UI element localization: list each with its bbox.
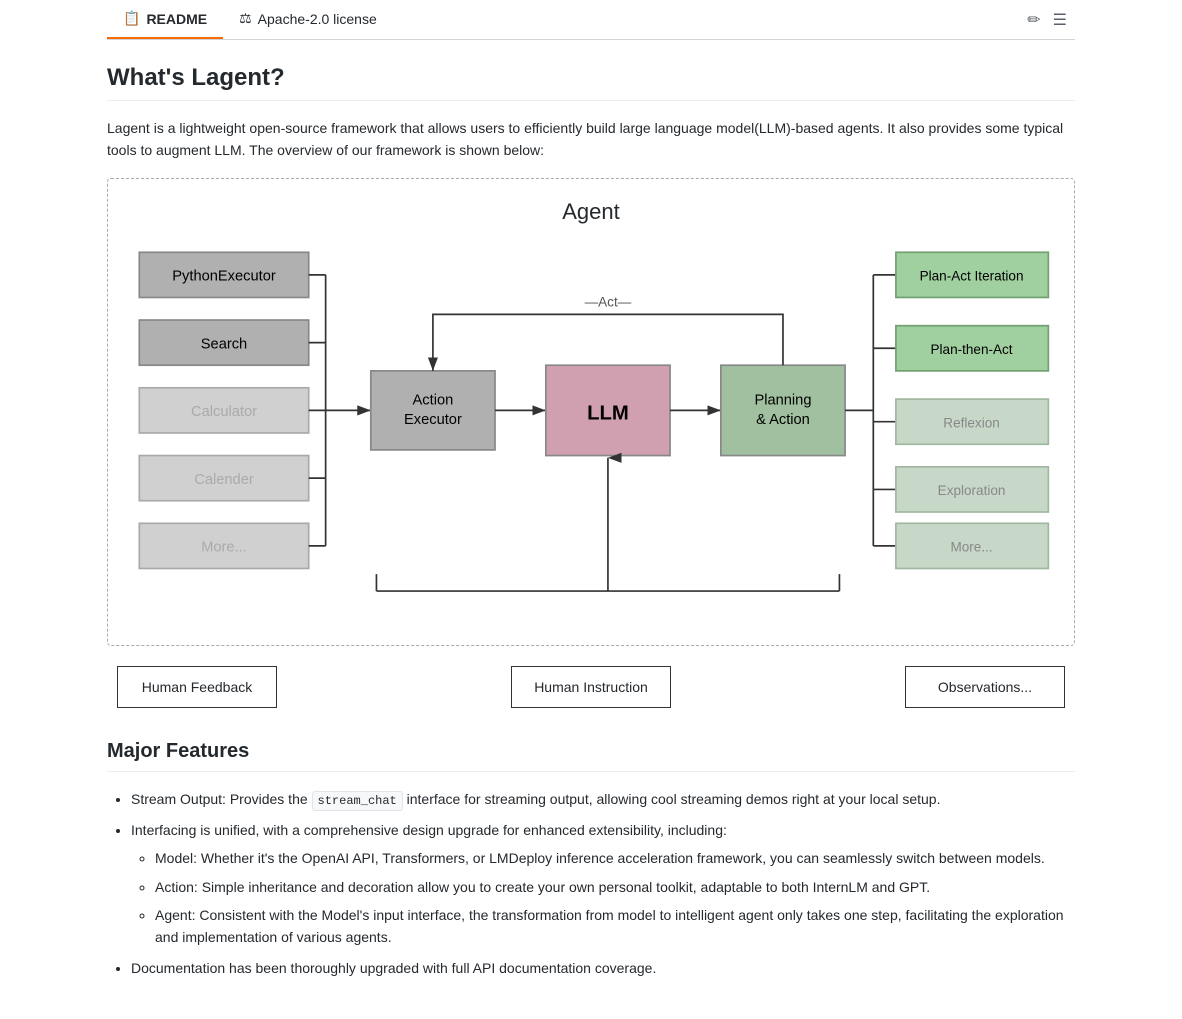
bottom-boxes: Human Feedback Human Instruction Observa… (107, 666, 1075, 708)
diagram-svg: PythonExecutor Search Calculator Calende… (128, 241, 1054, 625)
tab-license[interactable]: ⚖ Apache-2.0 license (223, 0, 393, 39)
action-executor-label2: Executor (404, 412, 462, 428)
reflexion-label: Reflexion (943, 415, 999, 430)
act-label: —Act— (585, 294, 632, 309)
list-button[interactable]: ☰ (1053, 10, 1067, 30)
plan-then-act-label: Plan-then-Act (931, 342, 1013, 357)
act-arc (433, 314, 783, 370)
action-executor-label1: Action (413, 393, 454, 409)
tab-bar: 📋 README ⚖ Apache-2.0 license ✏ ☰ (107, 0, 1075, 40)
feature-documentation: Documentation has been thoroughly upgrad… (131, 957, 1075, 979)
features-section: Major Features Stream Output: Provides t… (107, 740, 1075, 980)
human-instruction-label: Human Instruction (534, 679, 648, 695)
license-icon: ⚖ (239, 10, 252, 27)
subitem-action-text: Action: Simple inheritance and decoratio… (155, 879, 930, 895)
feature-documentation-text: Documentation has been thoroughly upgrad… (131, 960, 656, 976)
tab-readme[interactable]: 📋 README (107, 0, 223, 39)
main-content: What's Lagent? Lagent is a lightweight o… (107, 40, 1075, 1019)
readme-icon: 📋 (123, 10, 140, 27)
subitem-model-text: Model: Whether it's the OpenAI API, Tran… (155, 850, 1045, 866)
llm-label: LLM (587, 402, 629, 424)
feature-interfacing-text: Interfacing is unified, with a comprehen… (131, 822, 727, 838)
calender-label: Calender (194, 472, 254, 488)
exploration-label: Exploration (938, 483, 1006, 498)
human-feedback-label: Human Feedback (142, 679, 253, 695)
human-feedback-box: Human Feedback (117, 666, 277, 708)
observations-box: Observations... (905, 666, 1065, 708)
action-executor-box (371, 371, 495, 450)
human-instruction-box: Human Instruction (511, 666, 671, 708)
tab-license-label: Apache-2.0 license (258, 11, 377, 27)
features-list: Stream Output: Provides the stream_chat … (107, 788, 1075, 980)
python-executor-label: PythonExecutor (172, 268, 276, 284)
intro-paragraph: Lagent is a lightweight open-source fram… (107, 117, 1075, 162)
feature-stream-suffix: interface for streaming output, allowing… (403, 791, 941, 807)
features-title: Major Features (107, 740, 1075, 772)
tab-list: 📋 README ⚖ Apache-2.0 license (107, 0, 393, 39)
diagram-title: Agent (128, 199, 1054, 225)
subitem-agent-text: Agent: Consistent with the Model's input… (155, 907, 1064, 945)
plan-act-iteration-label: Plan-Act Iteration (920, 268, 1024, 283)
search-label: Search (201, 336, 247, 352)
subitem-action: Action: Simple inheritance and decoratio… (155, 876, 1075, 898)
feature-interfacing: Interfacing is unified, with a comprehen… (131, 819, 1075, 949)
planning-box (721, 365, 845, 455)
calculator-label: Calculator (191, 404, 257, 420)
stream-chat-code: stream_chat (312, 791, 403, 811)
feature-stream-prefix: Stream Output: Provides the (131, 791, 312, 807)
observations-label: Observations... (938, 679, 1032, 695)
more-tools-label: More... (201, 539, 247, 555)
planning-label1: Planning (754, 393, 811, 409)
edit-button[interactable]: ✏ (1027, 10, 1040, 30)
feature-stream-output: Stream Output: Provides the stream_chat … (131, 788, 1075, 811)
subitem-model: Model: Whether it's the OpenAI API, Tran… (155, 847, 1075, 869)
subitem-agent: Agent: Consistent with the Model's input… (155, 904, 1075, 949)
page-title: What's Lagent? (107, 64, 1075, 101)
tab-actions: ✏ ☰ (1027, 10, 1075, 30)
diagram-container: Agent PythonExecutor Search Calculator C… (107, 178, 1075, 646)
tab-readme-label: README (146, 11, 207, 27)
more-strategies-label: More... (950, 539, 992, 554)
planning-label2: & Action (756, 412, 810, 428)
